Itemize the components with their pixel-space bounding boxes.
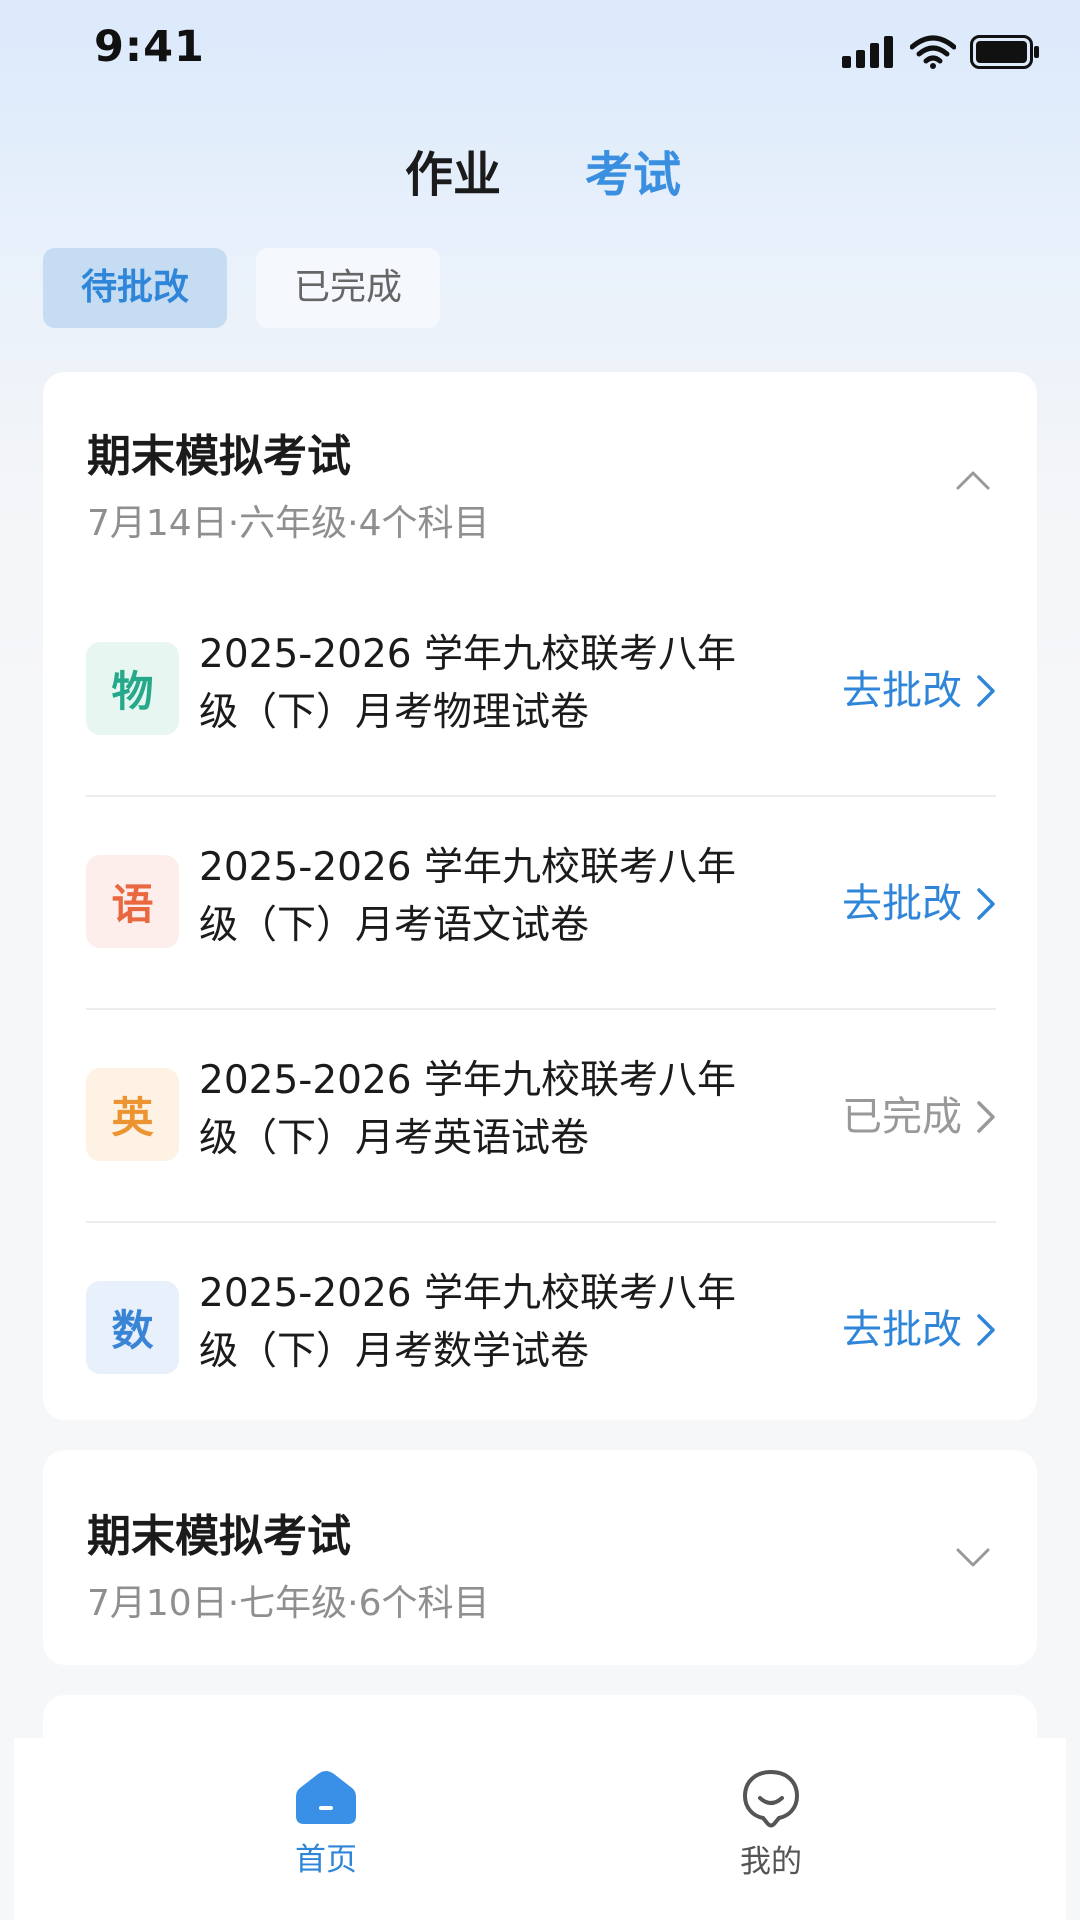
group-title: 期末模拟考试 xyxy=(87,431,351,482)
tab-exam[interactable]: 考试 xyxy=(585,140,681,210)
grade-button[interactable]: 去批改 xyxy=(842,1303,996,1357)
chevron-right-icon xyxy=(977,888,995,920)
wifi-icon xyxy=(910,35,956,69)
filter-completed[interactable]: 已完成 xyxy=(256,248,440,328)
group-meta: 7月10日·七年级·6个科目 xyxy=(87,1583,490,1624)
chevron-up-icon xyxy=(956,471,990,490)
chevron-down-icon xyxy=(956,1548,990,1567)
chevron-right-icon xyxy=(977,1101,995,1133)
nav-home[interactable]: 首页 xyxy=(246,1768,406,1879)
exam-name: 2025-2026 学年九校联考八年级（下）月考数学试卷 xyxy=(199,1271,736,1374)
filter-pending[interactable]: 待批改 xyxy=(43,248,227,328)
exam-name: 2025-2026 学年九校联考八年级（下）月考英语试卷 xyxy=(199,1058,736,1161)
subject-math-icon: 数 xyxy=(86,1281,179,1374)
status-bar: 9:41 xyxy=(0,0,1080,110)
tab-homework[interactable]: 作业 xyxy=(405,140,501,210)
exam-name: 2025-2026 学年九校联考八年级（下）月考物理试卷 xyxy=(199,632,736,735)
profile-icon xyxy=(742,1769,800,1828)
top-tabs: 作业 考试 xyxy=(0,140,1080,210)
status-time: 9:41 xyxy=(94,22,205,72)
group-meta: 7月14日·六年级·4个科目 xyxy=(87,503,490,544)
nav-home-label: 首页 xyxy=(295,1842,357,1878)
subject-physics-icon: 物 xyxy=(86,642,179,735)
exam-name: 2025-2026 学年九校联考八年级（下）月考语文试卷 xyxy=(199,845,736,948)
signal-icon xyxy=(842,36,893,68)
subject-chinese-icon: 语 xyxy=(86,855,179,948)
action-label: 已完成 xyxy=(842,1094,962,1140)
grade-button[interactable]: 去批改 xyxy=(842,877,996,931)
bottom-nav: 首页 我的 xyxy=(14,1738,1066,1920)
exam-group-card[interactable]: 期末模拟考试 7月10日·七年级·6个科目 xyxy=(43,1450,1037,1665)
exam-row[interactable]: 数 2025-2026 学年九校联考八年级（下）月考数学试卷 去批改 xyxy=(86,1223,996,1436)
action-label: 去批改 xyxy=(842,668,962,714)
completed-status[interactable]: 已完成 xyxy=(842,1090,996,1144)
chevron-right-icon xyxy=(977,675,995,707)
action-label: 去批改 xyxy=(842,881,962,927)
group-title: 期末模拟考试 xyxy=(87,1511,351,1562)
exam-row[interactable]: 英 2025-2026 学年九校联考八年级（下）月考英语试卷 已完成 xyxy=(86,1010,996,1223)
battery-icon xyxy=(970,35,1039,69)
exam-group-card: 期末模拟考试 7月14日·六年级·4个科目 物 2025-2026 学年九校联考… xyxy=(43,372,1037,1420)
nav-mine-label: 我的 xyxy=(740,1844,802,1880)
collapse-toggle[interactable] xyxy=(953,460,993,500)
grade-button[interactable]: 去批改 xyxy=(842,664,996,718)
exam-list: 物 2025-2026 学年九校联考八年级（下）月考物理试卷 去批改 语 202… xyxy=(86,584,996,1436)
nav-mine[interactable]: 我的 xyxy=(691,1768,851,1881)
expand-toggle[interactable] xyxy=(953,1538,993,1578)
exam-page: 9:41 作业 考试 待批改 已完成 期末模拟考试 7月14日·六年级·4个科目… xyxy=(0,0,1080,1920)
home-icon xyxy=(296,1771,356,1824)
exam-row[interactable]: 语 2025-2026 学年九校联考八年级（下）月考语文试卷 去批改 xyxy=(86,797,996,1010)
exam-row[interactable]: 物 2025-2026 学年九校联考八年级（下）月考物理试卷 去批改 xyxy=(86,584,996,797)
status-icons xyxy=(842,34,1040,70)
chevron-right-icon xyxy=(977,1314,995,1346)
action-label: 去批改 xyxy=(842,1307,962,1353)
subject-english-icon: 英 xyxy=(86,1068,179,1161)
